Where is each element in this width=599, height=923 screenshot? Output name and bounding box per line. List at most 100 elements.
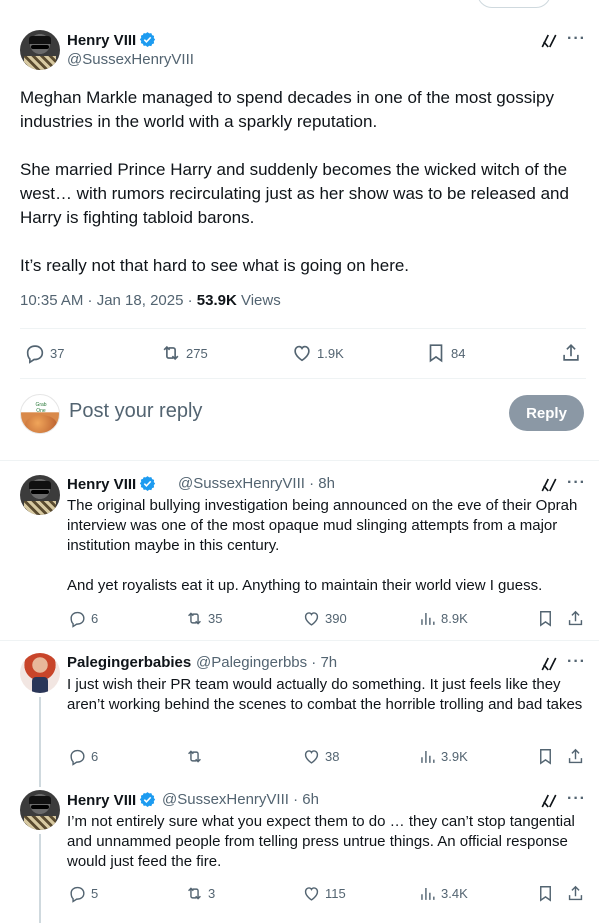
divider bbox=[20, 328, 586, 329]
retweet-icon bbox=[185, 747, 204, 766]
bookmark-button[interactable] bbox=[536, 609, 555, 628]
retweet-button[interactable] bbox=[185, 747, 208, 766]
retweet-count: 3 bbox=[208, 886, 216, 901]
like-count: 115 bbox=[325, 886, 346, 901]
views-icon bbox=[418, 747, 437, 766]
bookmark-button[interactable]: 84 bbox=[425, 342, 465, 364]
avatar[interactable] bbox=[20, 653, 60, 693]
reply-icon bbox=[68, 747, 87, 766]
like-button[interactable]: 1.9K bbox=[291, 342, 344, 364]
reply-handle[interactable]: @SussexHenryVIII · 8h bbox=[178, 475, 335, 492]
share-icon bbox=[566, 609, 585, 628]
views-button[interactable]: 3.4K bbox=[418, 884, 468, 903]
tweet-paragraph: She married Prince Harry and suddenly be… bbox=[20, 160, 569, 227]
grok-icon[interactable] bbox=[540, 792, 558, 810]
thread-line bbox=[39, 834, 41, 923]
share-icon bbox=[566, 747, 585, 766]
share-button[interactable] bbox=[566, 747, 585, 766]
share-icon bbox=[566, 884, 585, 903]
more-options-icon[interactable]: ··· bbox=[567, 653, 586, 671]
divider bbox=[0, 460, 599, 461]
retweet-button[interactable]: 3 bbox=[185, 884, 215, 903]
heart-icon bbox=[291, 342, 313, 364]
verified-icon bbox=[139, 31, 156, 48]
more-options-icon[interactable]: ··· bbox=[567, 790, 586, 808]
reply-count: 6 bbox=[91, 611, 99, 626]
reply-author-name: Henry VIII bbox=[67, 476, 137, 493]
tweet-paragraph: Meghan Markle managed to spend decades i… bbox=[20, 88, 554, 131]
views-button[interactable]: 3.9K bbox=[418, 747, 468, 766]
reply-author[interactable]: Henry VIII bbox=[67, 475, 156, 493]
like-button[interactable]: 38 bbox=[302, 747, 339, 766]
reply-author[interactable]: Palegingerbabies bbox=[67, 654, 191, 671]
reply-count: 6 bbox=[91, 749, 99, 764]
reply-button[interactable]: 6 bbox=[68, 609, 98, 628]
more-options-icon[interactable]: ··· bbox=[567, 30, 586, 48]
timestamp[interactable]: 10:35 AM · Jan 18, 2025 · bbox=[20, 292, 197, 309]
views-button[interactable]: 8.9K bbox=[418, 609, 468, 628]
author-name-text: Henry VIII bbox=[67, 32, 137, 49]
tweet-paragraph: It’s really not that hard to see what is… bbox=[20, 256, 410, 275]
reply-input[interactable]: Post your reply bbox=[69, 400, 202, 423]
share-button[interactable] bbox=[560, 342, 582, 364]
retweet-icon bbox=[185, 609, 204, 628]
verified-icon bbox=[139, 475, 156, 492]
bookmark-count: 84 bbox=[451, 345, 466, 361]
retweet-icon bbox=[160, 342, 182, 364]
like-count: 38 bbox=[325, 749, 340, 764]
reply-button[interactable]: 5 bbox=[68, 884, 98, 903]
bookmark-button[interactable] bbox=[536, 884, 555, 903]
retweet-count: 275 bbox=[186, 345, 208, 361]
views-icon bbox=[418, 609, 437, 628]
reply-author[interactable]: Henry VIII bbox=[67, 791, 156, 809]
author-handle[interactable]: @SussexHenryVIII bbox=[67, 51, 194, 68]
reply-handle[interactable]: @Palegingerbbs · 7h bbox=[196, 654, 337, 671]
reply-button[interactable]: 6 bbox=[68, 747, 98, 766]
heart-icon bbox=[302, 747, 321, 766]
retweet-button[interactable]: 275 bbox=[160, 342, 208, 364]
share-icon bbox=[560, 342, 582, 364]
reply-count: 5 bbox=[91, 886, 99, 901]
reply-text: I’m not entirely sure what you expect th… bbox=[67, 813, 575, 870]
avatar[interactable] bbox=[20, 30, 60, 70]
reply-handle[interactable]: @SussexHenryVIII · 6h bbox=[162, 791, 319, 808]
more-options-icon[interactable]: ··· bbox=[567, 474, 586, 492]
reply-author-name: Henry VIII bbox=[67, 792, 137, 809]
reply-icon bbox=[68, 884, 87, 903]
bookmark-button[interactable] bbox=[536, 747, 555, 766]
avatar[interactable] bbox=[20, 790, 60, 830]
grok-icon[interactable] bbox=[540, 32, 558, 50]
reply-submit-button[interactable]: Reply bbox=[509, 395, 584, 431]
views-icon bbox=[418, 884, 437, 903]
retweet-count: 35 bbox=[208, 611, 223, 626]
author-name[interactable]: Henry VIII bbox=[67, 31, 156, 49]
bookmark-icon bbox=[536, 884, 555, 903]
like-count: 1.9K bbox=[317, 345, 344, 361]
like-button[interactable]: 115 bbox=[302, 884, 346, 903]
verified-icon bbox=[139, 791, 156, 808]
bookmark-icon bbox=[536, 609, 555, 628]
views-label: Views bbox=[236, 292, 281, 309]
reply-text: I just wish their PR team would actually… bbox=[67, 676, 583, 713]
grok-icon[interactable] bbox=[540, 655, 558, 673]
user-avatar[interactable]: Grab One bbox=[20, 394, 60, 434]
divider bbox=[20, 378, 586, 379]
bookmark-icon bbox=[536, 747, 555, 766]
like-count: 390 bbox=[325, 611, 347, 626]
grok-icon[interactable] bbox=[540, 476, 558, 494]
view-count: 8.9K bbox=[441, 611, 468, 626]
reply-icon bbox=[24, 342, 46, 364]
reply-button[interactable]: 37 bbox=[24, 342, 64, 364]
thread-line bbox=[39, 697, 41, 787]
reply-icon bbox=[68, 609, 87, 628]
reply-count: 37 bbox=[50, 345, 65, 361]
share-button[interactable] bbox=[566, 884, 585, 903]
reply-text: The original bullying investigation bein… bbox=[67, 497, 578, 554]
tweet-metadata: 10:35 AM · Jan 18, 2025 · 53.9K Views bbox=[20, 291, 281, 311]
avatar[interactable] bbox=[20, 475, 60, 515]
follow-button-edge[interactable] bbox=[477, 0, 551, 8]
share-button[interactable] bbox=[566, 609, 585, 628]
heart-icon bbox=[302, 884, 321, 903]
like-button[interactable]: 390 bbox=[302, 609, 347, 628]
retweet-button[interactable]: 35 bbox=[185, 609, 222, 628]
